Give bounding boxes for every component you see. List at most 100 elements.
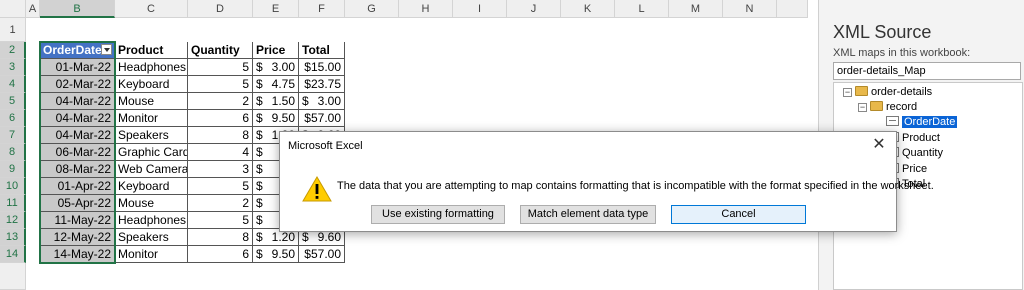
maps-label: XML maps in this workbook: bbox=[833, 47, 971, 59]
cell-orderdate[interactable]: 11-May-22 bbox=[40, 212, 115, 229]
cell-price[interactable]: $4.75 bbox=[253, 76, 299, 93]
col-header-a[interactable]: A bbox=[26, 0, 40, 18]
cell-product[interactable]: Headphones bbox=[115, 212, 188, 229]
cell-total[interactable]: $15.00 bbox=[299, 59, 345, 76]
close-icon[interactable]: ✕ bbox=[868, 135, 890, 155]
total-value: $15.00 bbox=[304, 60, 341, 74]
cell-price[interactable]: $3.00 bbox=[253, 59, 299, 76]
col-header-c[interactable]: C bbox=[115, 0, 188, 18]
row-header-5[interactable]: 5 bbox=[0, 93, 26, 110]
currency-symbol: $ bbox=[256, 162, 263, 176]
row-header-2[interactable]: 2 bbox=[0, 42, 26, 59]
tree-node-label: OrderDate bbox=[902, 116, 958, 128]
row-header-3[interactable]: 3 bbox=[0, 59, 26, 76]
cell-total[interactable]: $57.00 bbox=[299, 110, 345, 127]
cell-quantity[interactable]: 8 bbox=[188, 127, 253, 144]
table-header-product[interactable]: Product bbox=[115, 42, 188, 59]
table-header-quantity[interactable]: Quantity bbox=[188, 42, 253, 59]
cell-price[interactable]: $1.50 bbox=[253, 93, 299, 110]
cell-product[interactable]: Speakers bbox=[115, 229, 188, 246]
cell-product[interactable]: Mouse bbox=[115, 93, 188, 110]
cell-orderdate[interactable]: 12-May-22 bbox=[40, 229, 115, 246]
cell-product[interactable]: Graphic Card bbox=[115, 144, 188, 161]
row-header-13[interactable]: 13 bbox=[0, 229, 26, 246]
cell-product[interactable]: Web Camera bbox=[115, 161, 188, 178]
cell-product[interactable]: Headphones bbox=[115, 59, 188, 76]
cell-orderdate[interactable]: 06-Mar-22 bbox=[40, 144, 115, 161]
table-header-total[interactable]: Total bbox=[299, 42, 345, 59]
cell-quantity[interactable]: 2 bbox=[188, 195, 253, 212]
col-header-g[interactable]: G bbox=[345, 0, 399, 18]
filter-dropdown-icon[interactable] bbox=[101, 44, 112, 55]
cell-price[interactable]: $9.50 bbox=[253, 110, 299, 127]
row-header-9[interactable]: 9 bbox=[0, 161, 26, 178]
tree-node-record[interactable]: record bbox=[870, 100, 917, 114]
col-header-b[interactable]: B bbox=[40, 0, 115, 18]
price-value: 9.50 bbox=[271, 111, 295, 125]
collapse-root-icon[interactable]: − bbox=[843, 88, 852, 97]
cancel-button[interactable]: Cancel bbox=[671, 205, 806, 224]
col-header-n[interactable]: N bbox=[723, 0, 777, 18]
tree-node-orderdate[interactable]: OrderDate bbox=[886, 115, 958, 129]
row-header-7[interactable]: 7 bbox=[0, 127, 26, 144]
cell-quantity[interactable]: 5 bbox=[188, 59, 253, 76]
cell-orderdate[interactable]: 01-Mar-22 bbox=[40, 59, 115, 76]
cell-orderdate[interactable]: 04-Mar-22 bbox=[40, 93, 115, 110]
cell-quantity[interactable]: 5 bbox=[188, 212, 253, 229]
cell-orderdate[interactable]: 14-May-22 bbox=[40, 246, 115, 263]
col-header-k[interactable]: K bbox=[561, 0, 615, 18]
col-header-i[interactable]: I bbox=[453, 0, 507, 18]
col-header-l[interactable]: L bbox=[615, 0, 669, 18]
cell-quantity[interactable]: 8 bbox=[188, 229, 253, 246]
cell-quantity[interactable]: 6 bbox=[188, 110, 253, 127]
row-header-4[interactable]: 4 bbox=[0, 76, 26, 93]
cell-quantity[interactable]: 2 bbox=[188, 93, 253, 110]
col-header-f[interactable]: F bbox=[299, 0, 345, 18]
cell-total[interactable]: $57.00 bbox=[299, 246, 345, 263]
cell-product[interactable]: Monitor bbox=[115, 110, 188, 127]
col-header-m[interactable]: M bbox=[669, 0, 723, 18]
cell-product[interactable]: Monitor bbox=[115, 246, 188, 263]
col-header-j[interactable]: J bbox=[507, 0, 561, 18]
cell-orderdate[interactable]: 02-Mar-22 bbox=[40, 76, 115, 93]
currency-symbol: $ bbox=[256, 213, 263, 227]
row-header-8[interactable]: 8 bbox=[0, 144, 26, 161]
col-header-h[interactable]: H bbox=[399, 0, 453, 18]
tree-node-root[interactable]: order-details bbox=[855, 85, 932, 99]
match-element-data-type-button[interactable]: Match element data type bbox=[520, 205, 656, 224]
dialog-message: The data that you are attempting to map … bbox=[337, 180, 934, 192]
xml-map-select[interactable]: order-details_Map bbox=[833, 62, 1021, 80]
tree-node-label: Price bbox=[902, 163, 928, 175]
total-value: $23.75 bbox=[304, 77, 341, 91]
table-header-price[interactable]: Price bbox=[253, 42, 299, 59]
cell-total[interactable]: $23.75 bbox=[299, 76, 345, 93]
cell-product[interactable]: Speakers bbox=[115, 127, 188, 144]
cell-orderdate[interactable]: 04-Mar-22 bbox=[40, 127, 115, 144]
cell-product[interactable]: Keyboard bbox=[115, 76, 188, 93]
col-header-d[interactable]: D bbox=[188, 0, 253, 18]
row-header-6[interactable]: 6 bbox=[0, 110, 26, 127]
select-all-corner[interactable] bbox=[0, 0, 26, 18]
cell-orderdate[interactable]: 08-Mar-22 bbox=[40, 161, 115, 178]
cell-quantity[interactable]: 5 bbox=[188, 76, 253, 93]
cell-quantity[interactable]: 3 bbox=[188, 161, 253, 178]
cell-orderdate[interactable]: 05-Apr-22 bbox=[40, 195, 115, 212]
table-header-orderdate[interactable]: OrderDate bbox=[40, 42, 115, 59]
use-existing-formatting-button[interactable]: Use existing formatting bbox=[371, 205, 505, 224]
row-header-10[interactable]: 10 bbox=[0, 178, 26, 195]
cell-orderdate[interactable]: 01-Apr-22 bbox=[40, 178, 115, 195]
cell-quantity[interactable]: 6 bbox=[188, 246, 253, 263]
row-header-1[interactable]: 1 bbox=[0, 18, 26, 42]
cell-quantity[interactable]: 5 bbox=[188, 178, 253, 195]
cell-total[interactable]: $3.00 bbox=[299, 93, 345, 110]
row-header-11[interactable]: 11 bbox=[0, 195, 26, 212]
collapse-record-icon[interactable]: − bbox=[858, 103, 867, 112]
col-header-e[interactable]: E bbox=[253, 0, 299, 18]
cell-product[interactable]: Mouse bbox=[115, 195, 188, 212]
cell-orderdate[interactable]: 04-Mar-22 bbox=[40, 110, 115, 127]
row-header-14[interactable]: 14 bbox=[0, 246, 26, 263]
cell-quantity[interactable]: 4 bbox=[188, 144, 253, 161]
cell-price[interactable]: $9.50 bbox=[253, 246, 299, 263]
cell-product[interactable]: Keyboard bbox=[115, 178, 188, 195]
row-header-12[interactable]: 12 bbox=[0, 212, 26, 229]
